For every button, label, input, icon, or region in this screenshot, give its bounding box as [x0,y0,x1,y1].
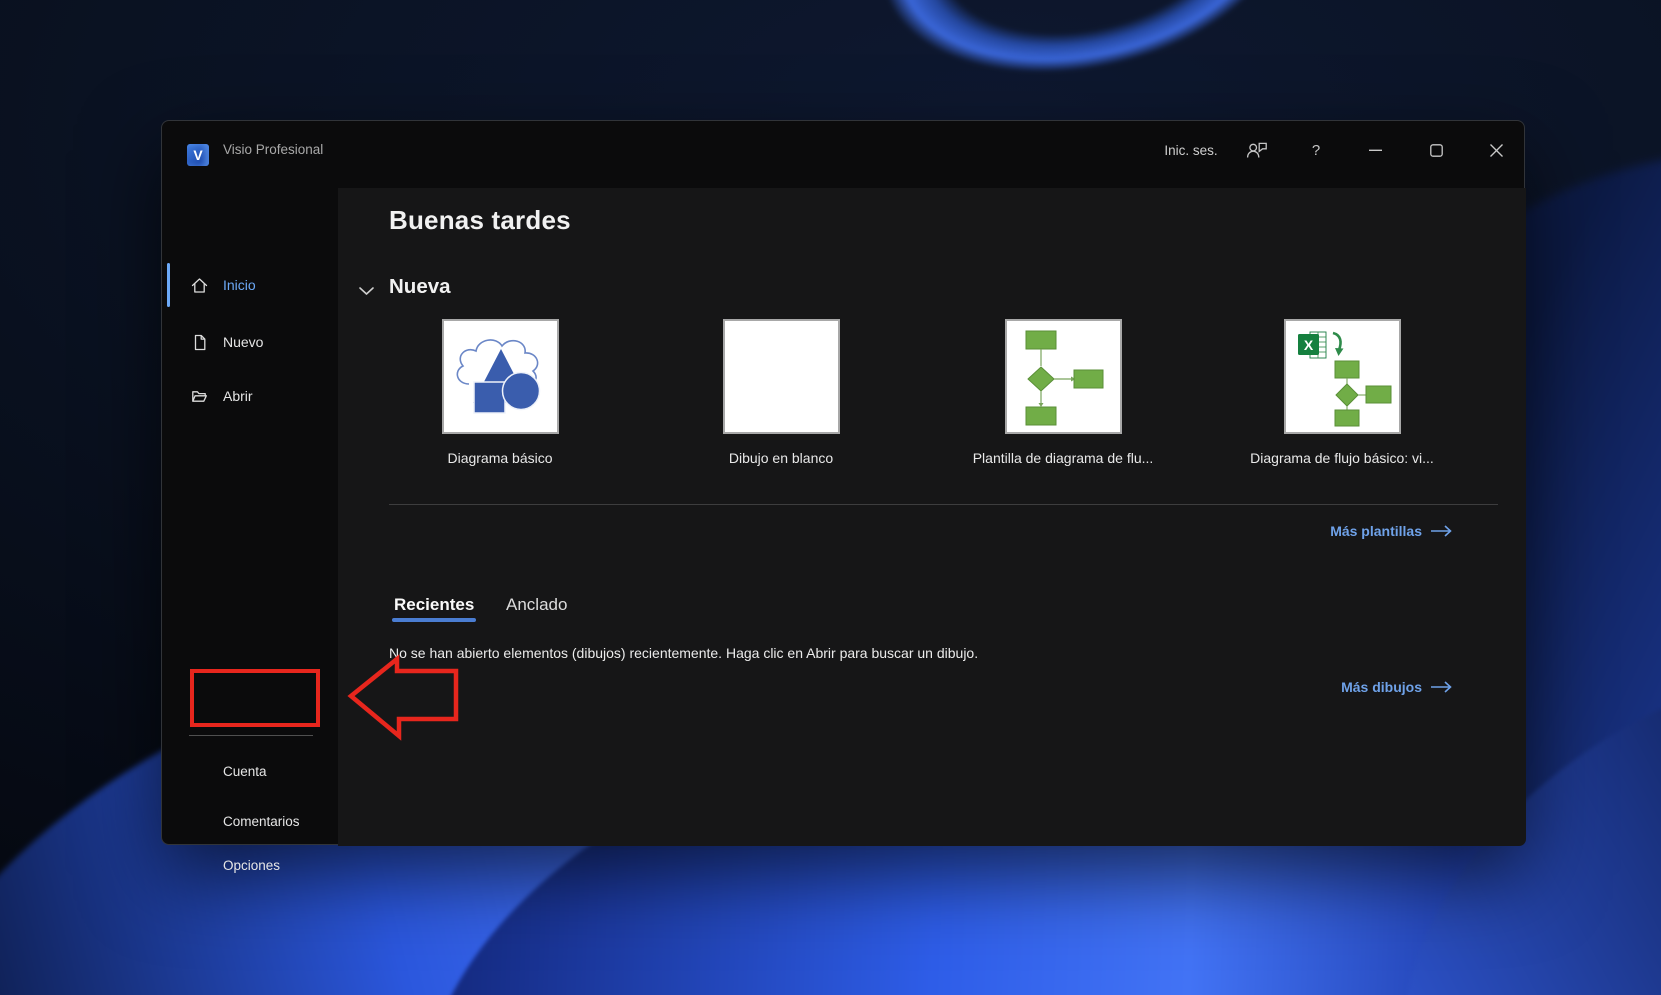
visio-start-window: V Visio Profesional Inic. ses. ? Inicio … [161,120,1526,873]
close-button[interactable] [1474,128,1518,172]
arrow-right-icon [1431,681,1452,693]
sidebar-item-abrir[interactable]: Abrir [162,372,338,420]
feedback-person-icon[interactable] [1235,128,1279,172]
sidebar-item-comentarios[interactable]: Comentarios [162,799,338,843]
template-card-diagrama-flujo-basico-visio[interactable]: X [1284,319,1401,434]
sidebar-item-cuenta[interactable]: Cuenta [162,749,338,793]
template-label: Plantilla de diagrama de flu... [972,450,1154,466]
sign-in-button[interactable]: Inic. ses. [1147,128,1235,172]
chevron-down-icon[interactable] [359,283,374,301]
more-templates-label: Más plantillas [1330,523,1422,539]
open-folder-icon [190,387,209,406]
recent-empty-message: No se han abierto elementos (dibujos) re… [389,645,979,661]
active-tab-underline [392,618,476,622]
sidebar-item-label: Opciones [223,857,281,873]
sidebar-item-label: Cuenta [223,763,267,779]
titlebar[interactable]: V Visio Profesional Inic. ses. ? [162,121,1524,188]
start-main-panel: Buenas tardes Nueva X Diagrama básico Di… [338,188,1526,846]
svg-text:X: X [1304,337,1314,353]
template-label: Diagrama básico [447,450,553,466]
sidebar-footer-divider [189,735,313,736]
template-label: Diagrama de flujo básico: vi... [1250,450,1434,466]
more-drawings-label: Más dibujos [1341,679,1422,695]
sidebar-item-label: Abrir [223,388,253,404]
minimize-button[interactable] [1353,128,1397,172]
sidebar-item-inicio[interactable]: Inicio [162,261,338,309]
maximize-button[interactable] [1414,128,1458,172]
more-drawings-link[interactable]: Más dibujos [1341,679,1453,695]
sidebar-item-label: Nuevo [223,334,264,350]
tab-anclado[interactable]: Anclado [506,595,567,615]
template-card-diagrama-basico[interactable] [442,319,559,434]
arrow-right-icon [1431,525,1452,537]
home-icon [190,276,209,295]
sidebar-item-label: Comentarios [223,813,300,829]
sidebar-item-nuevo[interactable]: Nuevo [162,318,338,366]
new-section-title: Nueva [389,275,451,298]
tab-recientes[interactable]: Recientes [394,595,474,615]
basic-diagram-thumbnail [456,339,541,414]
visio-logo-icon: V [187,144,209,166]
window-title: Visio Profesional [223,142,324,157]
sidebar: Inicio Nuevo Abrir Cuenta Comentarios Op… [162,188,338,873]
new-document-icon [190,333,209,352]
template-label: Dibujo en blanco [728,450,834,466]
blank-drawing-thumbnail [725,321,838,432]
sidebar-item-opciones[interactable]: Opciones [162,843,338,887]
template-card-dibujo-en-blanco[interactable] [723,319,840,434]
more-templates-link[interactable]: Más plantillas [1330,523,1453,539]
flowchart-thumbnail [1025,330,1104,426]
greeting-heading: Buenas tardes [389,205,571,235]
excel-flowchart-thumbnail: X [1298,331,1392,427]
section-divider [389,504,1498,505]
help-button[interactable]: ? [1294,128,1338,172]
template-card-plantilla-diagrama-flujo[interactable] [1005,319,1122,434]
sidebar-item-label: Inicio [223,277,256,293]
